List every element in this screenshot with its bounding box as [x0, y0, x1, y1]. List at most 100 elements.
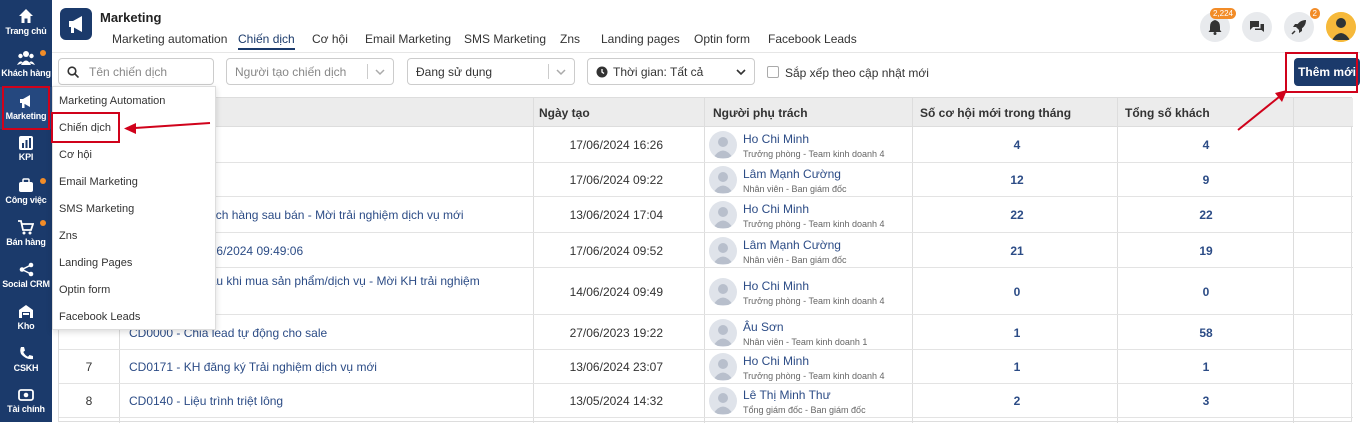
customer-count[interactable]: 9 [1121, 173, 1291, 187]
rocket-button[interactable]: 2 [1284, 8, 1320, 42]
owner-name[interactable]: Lê Thị Minh Thư [743, 388, 866, 402]
opportunity-count[interactable]: 1 [917, 326, 1117, 340]
table-row[interactable]: h hè 202417/06/2024 09:22Lâm Mạnh CườngN… [59, 163, 1353, 197]
customer-count[interactable]: 4 [1121, 138, 1291, 152]
dropdown-item-landing-pages[interactable]: Landing Pages [53, 249, 215, 276]
customer-count[interactable]: 19 [1121, 244, 1291, 258]
avatar-image-icon [1326, 12, 1356, 42]
opportunity-count[interactable]: 22 [917, 208, 1117, 222]
clock-icon [596, 66, 608, 78]
chevron-down-icon [375, 69, 385, 76]
person-icon [713, 325, 733, 346]
search-input[interactable]: Tên chiến dịch [58, 58, 214, 85]
owner-role: Nhân viên - Team kinh doanh 1 [743, 337, 868, 347]
sidebar-item-sales[interactable]: Bán hàng [0, 214, 52, 256]
briefcase-icon [19, 178, 33, 192]
opportunity-count[interactable]: 2 [917, 394, 1117, 408]
notification-button[interactable]: 2,224 [1200, 8, 1236, 42]
sidebar-item-warehouse[interactable]: Kho [0, 298, 52, 340]
customer-count[interactable]: 3 [1121, 394, 1291, 408]
person-icon [713, 284, 733, 305]
campaign-name-link[interactable]: CD0171 - KH đăng ký Trải nghiệm dịch vụ … [129, 360, 377, 374]
sidebar-item-kpi[interactable]: KPI [0, 130, 52, 172]
dropdown-item-marketing-automation[interactable]: Marketing Automation [53, 87, 215, 114]
header-created-date[interactable]: Ngày tạo [539, 106, 590, 120]
person-icon [713, 393, 733, 414]
owner-name[interactable]: Ho Chi Minh [743, 279, 885, 293]
tab-optin-form[interactable]: Optin form [694, 32, 750, 50]
owner-role: Nhân viên - Ban giám đốc [743, 255, 847, 265]
table-row[interactable]: c khách hàng sau khi mua sản phẩm/dịch v… [59, 268, 1353, 315]
sidebar-item-tasks[interactable]: Công việc [0, 172, 52, 214]
table-row[interactable]: khách hàng17/06/2024 16:26Ho Chi MinhTrư… [59, 127, 1353, 163]
table-row[interactable]: h Chăm sóc khách hàng sau bán - Mời trải… [59, 197, 1353, 233]
chat-button[interactable] [1242, 12, 1272, 42]
filter-bar: Tên chiến dịch Người tạo chiến dịch Đang… [52, 52, 1360, 94]
dropdown-item-zns[interactable]: Zns [53, 222, 215, 249]
creator-select[interactable]: Người tạo chiến dịch [226, 58, 394, 85]
sort-checkbox[interactable] [767, 66, 779, 78]
sidebar-item-social-crm[interactable]: Social CRM [0, 256, 52, 298]
table-row[interactable]: CD0000 - Chia lead tự động cho sale 27/06… [59, 315, 1353, 350]
row-number: 8 [85, 394, 93, 408]
tab-marketing-automation[interactable]: Marketing automation [112, 32, 227, 50]
table-row[interactable]: 7 CD0171 - KH đăng ký Trải nghiệm dịch vụ… [59, 350, 1353, 384]
sidebar-item-customers[interactable]: Khách hàng [0, 44, 52, 86]
user-avatar[interactable] [1326, 12, 1356, 42]
owner-name[interactable]: Lâm Mạnh Cường [743, 238, 847, 252]
warehouse-icon [19, 305, 33, 318]
tab-zns[interactable]: Zns [560, 32, 580, 50]
dropdown-item-facebook-leads[interactable]: Facebook Leads [53, 303, 215, 330]
customer-count[interactable]: 0 [1121, 285, 1291, 299]
notification-dot [40, 50, 46, 56]
header-owner[interactable]: Người phụ trách [713, 106, 808, 120]
sidebar-item-label: Marketing [5, 111, 47, 121]
customer-count[interactable]: 1 [1121, 360, 1291, 374]
campaign-name-link[interactable]: CD0140 - Liệu trình triệt lông [129, 394, 283, 408]
owner-info: Ho Chi Minh Trưởng phòng - Team kinh doan… [743, 202, 885, 229]
dropdown-item-campaigns[interactable]: Chiến dịch [53, 114, 215, 141]
opportunity-count[interactable]: 21 [917, 244, 1117, 258]
customer-count[interactable]: 58 [1121, 326, 1291, 340]
owner-name[interactable]: Ho Chi Minh [743, 354, 885, 368]
opportunity-count[interactable]: 4 [917, 138, 1117, 152]
customer-count[interactable]: 22 [1121, 208, 1291, 222]
opportunity-count[interactable]: 1 [917, 360, 1117, 374]
avatar [709, 319, 737, 347]
status-select[interactable]: Đang sử dụng [407, 58, 575, 85]
add-new-button[interactable]: Thêm mới [1294, 58, 1360, 86]
owner-name[interactable]: Lâm Mạnh Cường [743, 167, 847, 181]
select-divider [548, 64, 549, 79]
opportunity-count[interactable]: 0 [917, 285, 1117, 299]
dropdown-item-sms-marketing[interactable]: SMS Marketing [53, 195, 215, 222]
sidebar-item-customer-care[interactable]: CSKH [0, 340, 52, 382]
module-dropdown-menu: Marketing Automation Chiến dịch Cơ hội E… [52, 86, 216, 330]
cart-icon [18, 220, 34, 235]
dropdown-item-optin-form[interactable]: Optin form [53, 276, 215, 303]
owner-name[interactable]: Âu Sơn [743, 320, 867, 334]
tab-opportunities[interactable]: Cơ hội [312, 32, 348, 50]
sidebar-item-home[interactable]: Trang chủ [0, 2, 52, 44]
bell-icon [1208, 20, 1222, 35]
owner-name[interactable]: Ho Chi Minh [743, 202, 885, 216]
sidebar-item-marketing[interactable]: Marketing [0, 87, 52, 129]
sidebar-item-finance[interactable]: Tài chính [0, 382, 52, 424]
owner-name[interactable]: Ho Chi Minh [743, 132, 885, 146]
header-customers[interactable]: Tổng số khách [1125, 106, 1210, 120]
tab-sms-marketing[interactable]: SMS Marketing [464, 32, 546, 50]
table-row[interactable]: h hè 2024 - 17/06/2024 09:49:06 17/06/202… [59, 233, 1353, 268]
header-opportunities[interactable]: Số cơ hội mới trong tháng [920, 106, 1071, 120]
tab-facebook-leads[interactable]: Facebook Leads [768, 32, 857, 50]
avatar [709, 387, 737, 415]
tab-campaigns[interactable]: Chiến dịch [238, 32, 295, 50]
dropdown-item-opportunities[interactable]: Cơ hội [53, 141, 215, 168]
opportunity-count[interactable]: 12 [917, 173, 1117, 187]
tab-landing-pages[interactable]: Landing pages [601, 32, 680, 50]
owner-role: Trưởng phòng - Team kinh doanh 4 [743, 371, 885, 381]
megaphone-icon [69, 16, 82, 33]
tab-email-marketing[interactable]: Email Marketing [365, 32, 451, 50]
dropdown-item-email-marketing[interactable]: Email Marketing [53, 168, 215, 195]
owner-info: Ho Chi Minh Trưởng phòng - Team kinh doan… [743, 354, 885, 381]
table-row[interactable]: 8 CD0140 - Liệu trình triệt lông 13/05/202… [59, 384, 1353, 418]
time-select[interactable]: Thời gian: Tất cả [587, 58, 755, 85]
